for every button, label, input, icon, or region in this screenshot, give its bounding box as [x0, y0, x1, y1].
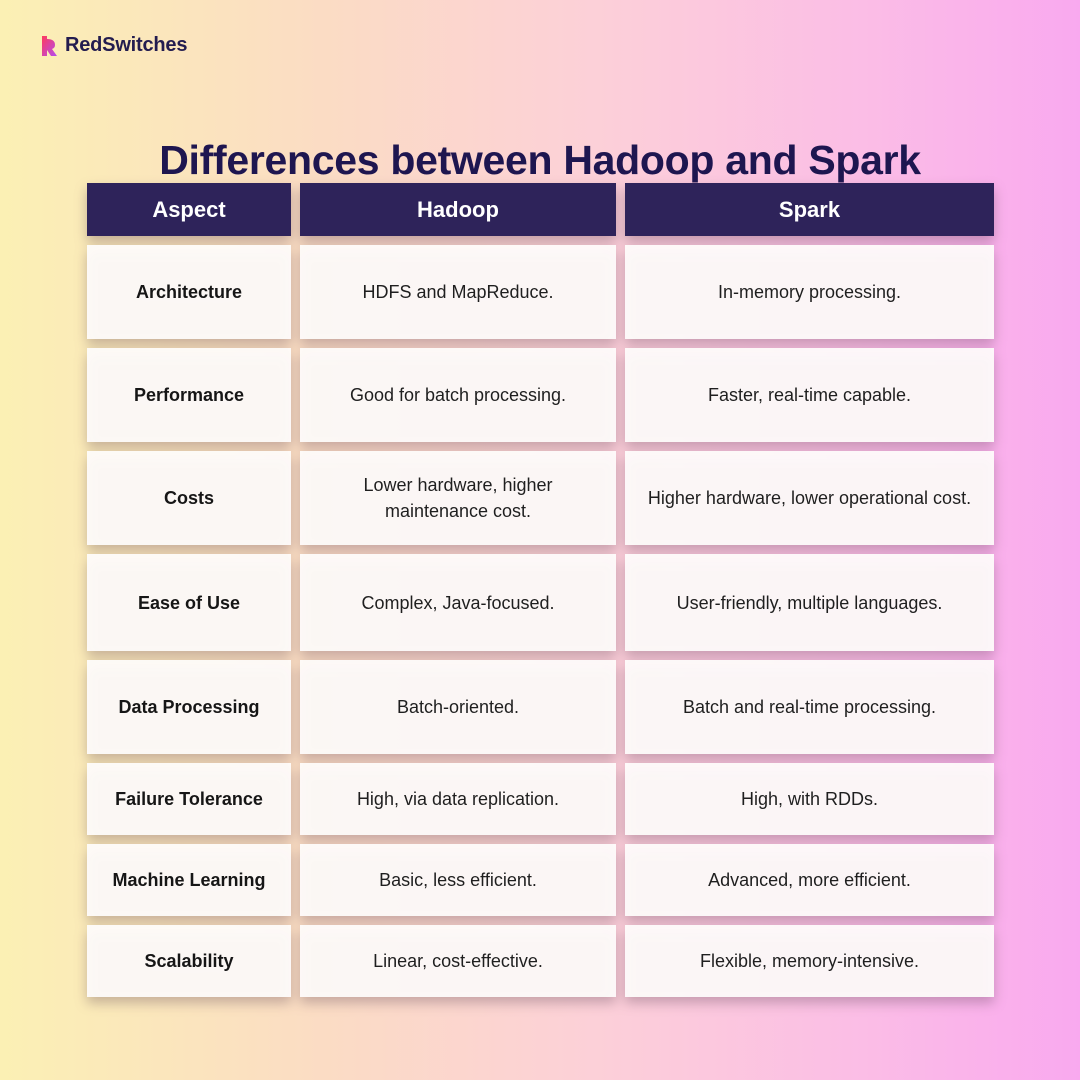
- row-spark: User-friendly, multiple languages.: [625, 554, 994, 651]
- row-aspect: Machine Learning: [87, 844, 291, 916]
- row-spark: Advanced, more efficient.: [625, 844, 994, 916]
- page-title: Differences between Hadoop and Spark: [159, 137, 921, 184]
- row-hadoop: Batch-oriented.: [300, 660, 616, 754]
- brand-name: RedSwitches: [65, 34, 188, 56]
- row-spark: Flexible, memory-intensive.: [625, 925, 994, 997]
- header-hadoop: Hadoop: [300, 183, 616, 236]
- row-hadoop: Basic, less efficient.: [300, 844, 616, 916]
- row-spark: Faster, real-time capable.: [625, 348, 994, 442]
- row-aspect: Data Processing: [87, 660, 291, 754]
- comparison-table: Aspect Hadoop Spark Architecture HDFS an…: [87, 183, 994, 997]
- header-aspect: Aspect: [87, 183, 291, 236]
- row-aspect: Ease of Use: [87, 554, 291, 651]
- redswitches-logo-icon: [42, 35, 57, 56]
- row-hadoop: HDFS and MapReduce.: [300, 245, 616, 339]
- row-spark: High, with RDDs.: [625, 763, 994, 835]
- row-spark: In-memory processing.: [625, 245, 994, 339]
- row-spark: Batch and real-time processing.: [625, 660, 994, 754]
- row-aspect: Scalability: [87, 925, 291, 997]
- row-aspect: Costs: [87, 451, 291, 545]
- row-hadoop: Lower hardware, higher maintenance cost.: [300, 451, 616, 545]
- header-spark: Spark: [625, 183, 994, 236]
- brand: RedSwitches: [41, 34, 187, 57]
- row-hadoop: Linear, cost-effective.: [300, 925, 616, 997]
- row-hadoop: Complex, Java-focused.: [300, 554, 616, 651]
- row-spark: Higher hardware, lower operational cost.: [625, 451, 994, 545]
- row-aspect: Performance: [87, 348, 291, 442]
- row-hadoop: High, via data replication.: [300, 763, 616, 835]
- row-aspect: Architecture: [87, 245, 291, 339]
- row-hadoop: Good for batch processing.: [300, 348, 616, 442]
- row-aspect: Failure Tolerance: [87, 763, 291, 835]
